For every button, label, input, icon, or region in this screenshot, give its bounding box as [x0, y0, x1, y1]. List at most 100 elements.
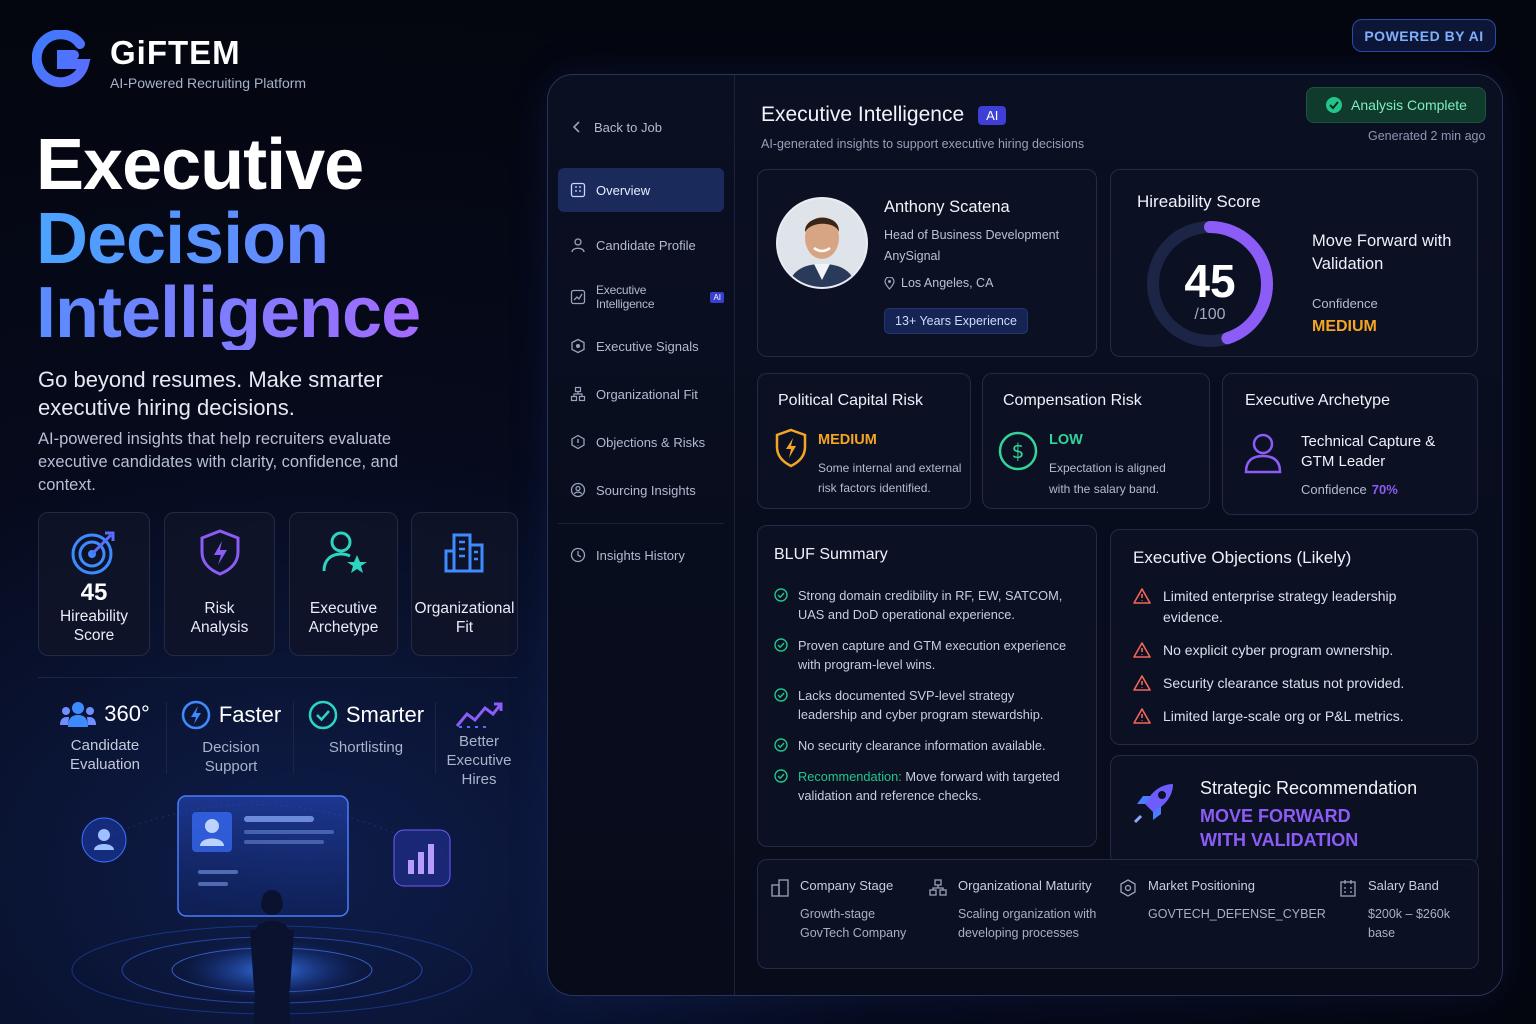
sidebar-item-overview[interactable]: Overview	[558, 168, 724, 212]
footer-salary-value: $200k – $260k base	[1368, 907, 1451, 940]
archetype-confidence: Confidence 70%	[1301, 482, 1398, 497]
footer-market-value: GOVTECH_DEFENSE_CYBER	[1148, 907, 1326, 921]
analysis-status-label: Analysis Complete	[1351, 97, 1467, 113]
bluf-item: Lacks documented SVP-level strategy lead…	[774, 686, 1076, 724]
bluf-list: Strong domain credibility in RF, EW, SAT…	[774, 586, 1076, 755]
archetype-confidence-label: Confidence	[1301, 482, 1367, 497]
analysis-status-badge: Analysis Complete	[1306, 87, 1486, 123]
objection-text: Limited large-scale org or P&L metrics.	[1163, 708, 1404, 724]
ai-badge: AI	[710, 291, 724, 303]
shield-bolt-icon	[200, 529, 239, 576]
hero-line-1: Executive	[36, 125, 364, 205]
sidebar-divider	[558, 523, 724, 524]
archetype-title: Executive Archetype	[1245, 392, 1390, 409]
strategic-line-1: MOVE FORWARD	[1200, 806, 1351, 826]
archetype-card: Executive Archetype Technical Capture & …	[1222, 373, 1478, 515]
bolt-circle-icon	[181, 700, 211, 730]
objections-title: Executive Objections (Likely)	[1133, 548, 1352, 567]
back-to-job-link[interactable]: Back to Job	[558, 105, 724, 149]
objection-text: No explicit cyber program ownership.	[1163, 642, 1394, 658]
strategic-title: Strategic Recommendation	[1200, 778, 1418, 798]
ai-badge: AI	[978, 105, 1007, 125]
feature-archetype: Executive Archetype	[289, 512, 398, 656]
stat-faster-label: Decision Support	[202, 739, 260, 775]
dollar-circle-icon: $	[998, 431, 1038, 471]
building-icon	[1340, 880, 1356, 897]
sidebar-item-label: Executive Signals	[596, 338, 699, 354]
sidebar-item-organizational-fit[interactable]: Organizational Fit	[558, 372, 724, 416]
map-pin-icon	[884, 276, 895, 290]
chart-icon	[570, 289, 586, 305]
grid-icon	[570, 182, 586, 198]
svg-text:$: $	[1012, 439, 1025, 463]
rocket-icon	[1133, 784, 1173, 824]
stat-360-value: 360°	[104, 701, 150, 726]
stat-faster: Faster Decision Support	[170, 700, 292, 776]
stat-smarter: Smarter Shortlisting	[302, 700, 430, 757]
bluf-item: No security clearance information availa…	[774, 736, 1076, 755]
political-risk-title: Political Capital Risk	[778, 392, 923, 409]
candidate-card: Anthony Scatena Head of Business Develop…	[757, 169, 1097, 357]
org-icon	[570, 386, 586, 402]
bluf-summary-card: BLUF Summary Strong domain credibility i…	[757, 525, 1097, 847]
target-icon	[71, 531, 115, 575]
compensation-risk-card: Compensation Risk $ LOW Expectation is a…	[982, 373, 1210, 509]
bluf-item-text: Proven capture and GTM execution experie…	[798, 638, 1067, 672]
warning-icon	[1133, 588, 1151, 604]
objection-text: Limited enterprise strategy leadership e…	[1163, 588, 1397, 625]
hero-subtitle: Go beyond resumes. Make smarter executiv…	[38, 367, 383, 420]
archetype-value: Technical Capture & GTM Leader	[1301, 433, 1436, 470]
candidate-role: Head of Business Development	[884, 228, 1060, 242]
sidebar-item-label: Organizational Fit	[596, 386, 698, 402]
company-context-bar: Company Stage Growth-stage GovTech Compan…	[757, 859, 1479, 969]
bluf-title: BLUF Summary	[774, 546, 888, 563]
org-icon	[929, 879, 947, 896]
strategic-line-2: WITH VALIDATION	[1200, 830, 1359, 850]
stat-divider	[435, 702, 436, 774]
sidebar-item-sourcing-insights[interactable]: Sourcing Insights	[558, 468, 724, 512]
stat-smarter-value: Smarter	[345, 702, 425, 727]
footer-company-stage-value: Growth-stage GovTech Company	[800, 907, 907, 940]
hireability-card: Hireability Score 45 /100 Move Forward w…	[1110, 169, 1478, 357]
sidebar-item-label: Objections & Risks	[596, 434, 706, 450]
compensation-risk-level: LOW	[1049, 432, 1083, 448]
target-icon	[1120, 879, 1136, 897]
holographic-executive-illustration	[71, 795, 473, 1024]
check-circle-icon	[774, 738, 788, 752]
sidebar-item-insights-history[interactable]: Insights History	[558, 533, 724, 577]
sidebar-item-executive-signals[interactable]: Executive Signals	[558, 324, 724, 368]
stat-smarter-label: Shortlisting	[328, 739, 404, 756]
check-circle-icon	[774, 688, 788, 702]
footer-org-maturity-value: Scaling organization with developing pro…	[958, 907, 1097, 940]
sidebar-item-label: Insights History	[596, 547, 685, 563]
feature-risk-label: Risk Analysis	[190, 600, 249, 636]
app-window: Back to Job Overview Candidate Profile E…	[547, 74, 1503, 996]
sidebar-item-objections-risks[interactable]: Objections & Risks	[558, 420, 724, 464]
brand-tagline: AI-Powered Recruiting Platform	[110, 75, 307, 91]
hero-description: AI-powered insights that help recruiters…	[38, 430, 399, 494]
feature-archetype-label: Executive Archetype	[308, 600, 379, 636]
objections-card: Executive Objections (Likely) Limited en…	[1110, 529, 1478, 745]
footer-org-maturity-title: Organizational Maturity	[958, 878, 1092, 893]
footer-salary-title: Salary Band	[1368, 878, 1439, 893]
sidebar-item-label: Executive Intelligence	[596, 283, 655, 311]
feature-hireability-label: Hireability Score	[59, 608, 129, 644]
feature-org-fit-label: Organizational Fit	[414, 600, 515, 636]
stat-360: 360° Candidate Evaluation	[40, 700, 170, 774]
bluf-item-text: No security clearance information availa…	[798, 738, 1046, 753]
compensation-risk-description: Expectation is aligned with the salary b…	[1049, 461, 1166, 496]
archetype-confidence-value: 70%	[1371, 482, 1398, 497]
sidebar-item-candidate-profile[interactable]: Candidate Profile	[558, 223, 724, 267]
hireability-out-of: /100	[1194, 306, 1226, 323]
feature-hireability-value: 45	[80, 579, 108, 606]
powered-by-ai-badge: POWERED BY AI	[1352, 19, 1496, 52]
warning-icon	[1133, 708, 1151, 724]
search-user-icon	[570, 482, 586, 498]
bluf-item-text: Lacks documented SVP-level strategy lead…	[798, 688, 1044, 722]
user-icon	[571, 238, 585, 253]
hero-line-3: Intelligence	[36, 273, 421, 353]
objection-item: Security clearance status not provided.	[1133, 673, 1457, 694]
political-risk-card: Political Capital Risk MEDIUM Some inter…	[757, 373, 971, 509]
confidence-value: MEDIUM	[1312, 318, 1377, 335]
sidebar-item-executive-intelligence[interactable]: Executive Intelligence AI	[558, 275, 724, 319]
